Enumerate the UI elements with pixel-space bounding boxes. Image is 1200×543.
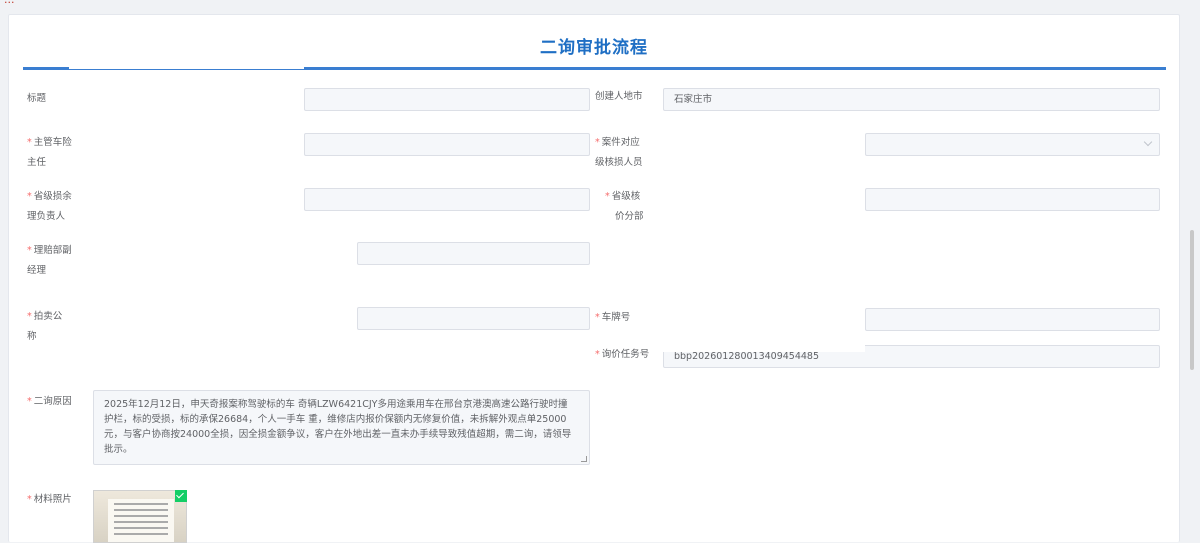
provincial-price-dept-label: * 省级核 价分部	[605, 191, 644, 222]
creator-city-input[interactable]: 石家庄市	[663, 88, 1160, 111]
case-reviewer-label: * 案件对应 级核损人员	[595, 137, 643, 168]
top-notice: ...	[0, 0, 1200, 8]
reason-label: * 二询原因	[27, 396, 72, 407]
reason-line-3: 元，与客户协商按24000全损，因全损金额争议，客户在外地出差一直未办手续导致残…	[104, 429, 572, 455]
masked-region	[663, 332, 865, 352]
auction-company-input[interactable]	[357, 307, 590, 330]
vehicle-supervisor-label: * 主管车险 主任	[27, 137, 72, 168]
approval-form-card: 二询审批流程 标题 创建人地市 石家庄市 * 主管车险 主任 * 案件对应 级核损人…	[8, 14, 1180, 543]
auction-company-label: * 拍卖公 称	[27, 311, 63, 342]
check-icon	[175, 490, 187, 502]
reason-textarea[interactable]: 2025年12月12日，申天奇报案称驾驶标的车​ 奇辆LZW6421CJY多用途…	[93, 390, 590, 465]
plate-number-input[interactable]	[865, 308, 1160, 331]
provincial-price-dept-input[interactable]	[865, 188, 1160, 211]
chevron-down-icon	[1143, 137, 1153, 147]
case-reviewer-select[interactable]	[865, 133, 1160, 156]
page-title: 二询审批流程	[540, 38, 648, 58]
creator-city-label: 创建人地市	[595, 91, 643, 102]
title-label: 标题	[27, 93, 47, 104]
claims-manager-label: * 理赔部副 经理	[27, 245, 72, 276]
reason-line-2: 护栏，标的受损，标的承保26684，个人一手车 重，维修店内报价保额内无修复价值…	[104, 414, 567, 425]
vehicle-supervisor-input[interactable]	[304, 133, 590, 156]
document-image	[108, 499, 174, 542]
photos-label: * 材料照片	[27, 494, 72, 505]
resize-handle-icon[interactable]	[581, 456, 587, 462]
provincial-loss-head-label: * 省级损余 理负责人	[27, 191, 72, 222]
title-input[interactable]	[304, 88, 590, 111]
reason-line-1: 2025年12月12日，申天奇报案称驾驶标的车​ 奇辆LZW6421CJY多用途…	[104, 399, 568, 410]
page-scrollbar[interactable]	[1190, 230, 1194, 370]
material-photo-thumbnail[interactable]	[93, 490, 187, 543]
plate-number-label: * 车牌号	[595, 312, 631, 323]
title-divider-gap	[69, 67, 304, 69]
claims-manager-input[interactable]	[357, 242, 590, 265]
inquiry-task-no-label: * 询价任务号	[595, 349, 650, 360]
provincial-loss-head-input[interactable]	[304, 188, 590, 211]
